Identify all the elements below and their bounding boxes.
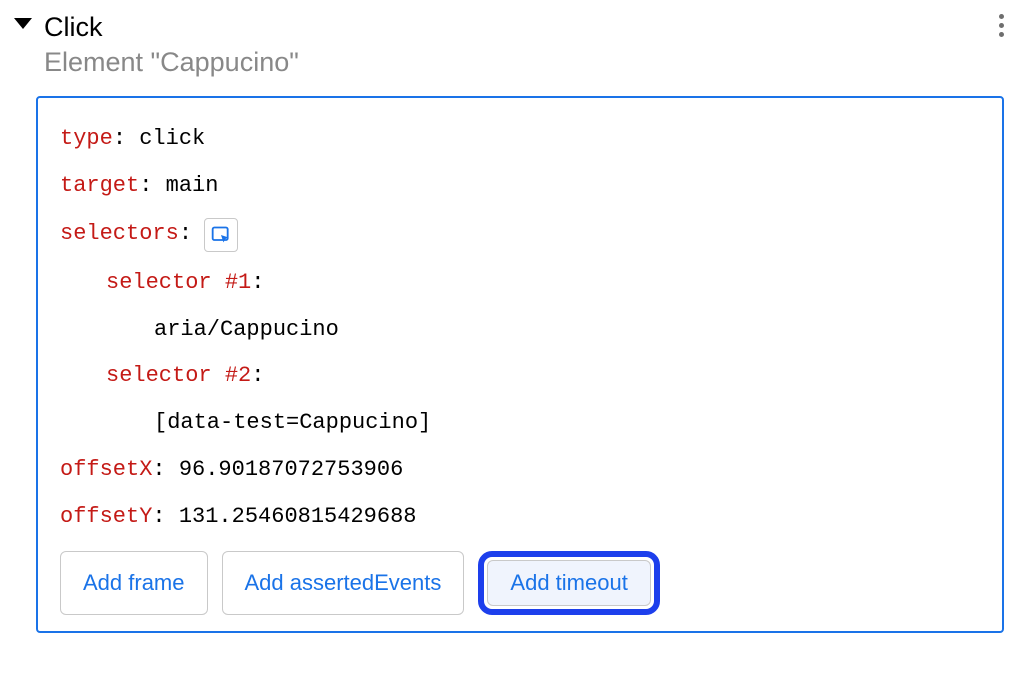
prop-key: offsetX <box>60 455 152 486</box>
more-menu-button[interactable] <box>993 10 1010 41</box>
prop-key: type <box>60 124 113 155</box>
prop-offsety[interactable]: offsetY: 131.25460815429688 <box>60 502 980 533</box>
prop-offsetx[interactable]: offsetX: 96.90187072753906 <box>60 455 980 486</box>
highlight-ring: Add timeout <box>478 551 659 615</box>
selector-item-1-value[interactable]: aria/Cappucino <box>60 315 980 346</box>
prop-value: click <box>139 124 205 155</box>
selector-value: [data-test=Cappucino] <box>154 408 431 439</box>
prop-value: 131.25460815429688 <box>179 502 417 533</box>
prop-type[interactable]: type: click <box>60 124 980 155</box>
selector-label: selector #2 <box>106 361 251 392</box>
more-icon <box>999 14 1004 19</box>
pick-selector-icon <box>211 225 231 245</box>
prop-key: target <box>60 171 139 202</box>
action-buttons: Add frame Add assertedEvents Add timeout <box>60 551 980 615</box>
step-header: Click Element "Cappucino" <box>8 8 1022 92</box>
step-title: Click <box>44 10 299 45</box>
prop-selectors[interactable]: selectors: <box>60 218 980 252</box>
step-subtitle: Element "Cappucino" <box>44 45 299 80</box>
selector-item-2-label[interactable]: selector #2: <box>60 361 980 392</box>
selector-item-2-value[interactable]: [data-test=Cappucino] <box>60 408 980 439</box>
selector-value: aria/Cappucino <box>154 315 339 346</box>
prop-target[interactable]: target: main <box>60 171 980 202</box>
prop-value: 96.90187072753906 <box>179 455 403 486</box>
add-timeout-button[interactable]: Add timeout <box>487 560 650 606</box>
prop-value: main <box>166 171 219 202</box>
chevron-down-icon[interactable] <box>14 18 32 29</box>
pick-selector-button[interactable] <box>204 218 238 252</box>
add-assertedevents-button[interactable]: Add assertedEvents <box>222 551 465 615</box>
add-frame-button[interactable]: Add frame <box>60 551 208 615</box>
prop-key: selectors <box>60 219 179 250</box>
title-block: Click Element "Cappucino" <box>44 10 299 80</box>
step-details-panel: type: click target: main selectors: sele… <box>36 96 1004 632</box>
header-left: Click Element "Cappucino" <box>14 10 299 80</box>
selector-label: selector #1 <box>106 268 251 299</box>
selector-item-1-label[interactable]: selector #1: <box>60 268 980 299</box>
prop-key: offsetY <box>60 502 152 533</box>
